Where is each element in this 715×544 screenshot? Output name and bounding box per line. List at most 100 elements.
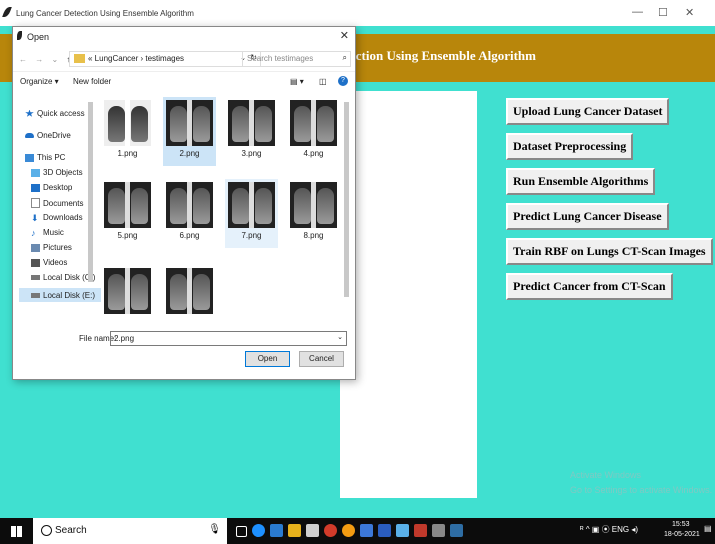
nav-item-downloads[interactable]: ⬇ Downloads [31, 213, 83, 222]
address-bar[interactable]: « LungCancer › testimages ⌄ ↻ [69, 51, 261, 67]
file-thumbnail[interactable]: 4.png [287, 97, 340, 166]
task-view-icon[interactable] [236, 526, 247, 537]
output-text-area[interactable] [340, 91, 477, 498]
search-input[interactable]: Search testimages [247, 54, 313, 63]
nav-item-local-disk-c[interactable]: Local Disk (C:) [31, 273, 95, 282]
file-name: 5.png [117, 231, 138, 240]
cancel-button[interactable]: Cancel [299, 351, 344, 367]
file-thumbnail[interactable] [163, 265, 216, 323]
navigation-buttons: ← → ⌄ ↑ [19, 55, 76, 64]
xray-image [228, 100, 275, 146]
file-name: 1.png [117, 149, 138, 158]
store-icon[interactable] [270, 524, 283, 537]
preprocess-button[interactable]: Dataset Preprocessing [506, 133, 634, 160]
search-icon [41, 525, 52, 536]
app-heading: ection Using Ensemble Algorithm [350, 48, 536, 63]
nav-item-music[interactable]: ♪ Music [31, 228, 64, 237]
file-thumbnail[interactable] [101, 265, 154, 323]
disk-icon [31, 275, 40, 280]
close-button[interactable]: ✕ [685, 6, 694, 19]
predict-ct-button[interactable]: Predict Cancer from CT-Scan [506, 273, 673, 300]
star-icon [25, 109, 34, 117]
file-name: 2.png [179, 149, 200, 158]
dialog-close-button[interactable]: ✕ [340, 29, 349, 42]
run-ensemble-button[interactable]: Run Ensemble Algorithms [506, 168, 656, 195]
nav-item-videos[interactable]: Videos [31, 258, 67, 267]
upload-dataset-button[interactable]: Upload Lung Cancer Dataset [506, 98, 670, 125]
xray-image [104, 268, 151, 314]
word-icon[interactable] [378, 524, 391, 537]
cloud-icon [25, 133, 34, 138]
python-icon[interactable] [450, 524, 463, 537]
file-name-field[interactable]: 2.png ⌄ [110, 331, 347, 346]
file-thumbnail[interactable]: 3.png [225, 97, 278, 166]
search-icon: ⌕ [342, 53, 347, 62]
windows-start-icon[interactable] [11, 526, 22, 537]
back-button[interactable]: ← [19, 55, 27, 64]
new-folder-button[interactable]: New folder [73, 77, 111, 86]
taskbar-search[interactable]: Search 🎙 [33, 518, 227, 544]
search-box[interactable]: Search testimages ⌕ [242, 51, 351, 67]
xray-image [104, 100, 151, 146]
app-icon[interactable] [306, 524, 319, 537]
notifications-icon[interactable]: ▤ [704, 524, 712, 533]
file-thumbnail[interactable]: 8.png [287, 179, 340, 248]
system-tray-icons[interactable]: ᴿ ^ ▣ ⦿ ENG ◂) [580, 524, 638, 535]
open-button[interactable]: Open [245, 351, 290, 367]
app-icon[interactable] [360, 524, 373, 537]
chrome-icon[interactable] [324, 524, 337, 537]
predict-disease-button[interactable]: Predict Lung Cancer Disease [506, 203, 669, 230]
file-list-scrollbar[interactable] [344, 102, 349, 297]
nav-item-quick-access[interactable]: Quick access [25, 109, 85, 118]
file-thumbnail-selected[interactable]: 2.png [163, 97, 216, 166]
divider [13, 71, 355, 72]
xray-image [228, 182, 275, 228]
app-icon[interactable] [396, 524, 409, 537]
nav-item-this-pc[interactable]: This PC [25, 153, 65, 162]
xray-image [166, 268, 213, 314]
nav-item-documents[interactable]: Documents [31, 198, 83, 208]
file-name: 3.png [241, 149, 262, 158]
file-name: 4.png [303, 149, 324, 158]
nav-item-pictures[interactable]: Pictures [31, 243, 72, 252]
file-thumbnail[interactable]: 6.png [163, 179, 216, 248]
firefox-icon[interactable] [342, 524, 355, 537]
clock-date[interactable]: 18-05-2021 [664, 531, 700, 538]
view-options-button[interactable]: ▤ ▾ [290, 77, 304, 86]
file-thumbnail[interactable]: 1.png [101, 97, 154, 166]
help-icon[interactable]: ? [338, 76, 348, 86]
nav-item-local-disk-e[interactable]: Local Disk (E:) [19, 288, 101, 302]
music-icon: ♪ [31, 227, 36, 238]
xray-image [104, 182, 151, 228]
chevron-down-icon[interactable]: ⌄ [337, 333, 343, 341]
edge-icon[interactable] [252, 524, 265, 537]
maximize-button[interactable]: ☐ [658, 6, 668, 19]
file-thumbnail[interactable]: 5.png [101, 179, 154, 248]
file-name-value: 2.png [114, 334, 135, 343]
forward-button[interactable]: → [35, 55, 43, 64]
computer-icon [25, 153, 34, 162]
train-rbf-button[interactable]: Train RBF on Lungs CT-Scan Images [506, 238, 713, 265]
document-icon [31, 198, 40, 208]
file-thumbnail-hovered[interactable]: 7.png [225, 179, 278, 248]
clock-time[interactable]: 15:53 [672, 521, 690, 528]
nav-item-onedrive[interactable]: OneDrive [25, 131, 71, 140]
window-title-bar: Lung Cancer Detection Using Ensemble Alg… [0, 0, 715, 26]
nav-item-3d-objects[interactable]: 3D Objects [31, 168, 83, 177]
folder-icon [74, 54, 85, 63]
app-icon[interactable] [414, 524, 427, 537]
cube-icon [31, 168, 40, 177]
organize-button[interactable]: Organize ▾ [20, 77, 59, 86]
terminal-icon[interactable] [432, 524, 445, 537]
file-name: 6.png [179, 231, 200, 240]
feather-icon [2, 7, 12, 17]
file-explorer-icon[interactable] [288, 524, 301, 537]
recent-locations-button[interactable]: ⌄ [51, 55, 58, 64]
nav-pane-scrollbar[interactable] [88, 102, 93, 282]
activation-watermark-title: Activate Windows [570, 470, 642, 480]
breadcrumb[interactable]: « LungCancer › testimages [88, 54, 184, 63]
nav-item-desktop[interactable]: Desktop [31, 183, 72, 192]
minimize-button[interactable]: — [632, 6, 643, 18]
preview-pane-button[interactable]: ◫ [319, 77, 327, 86]
microphone-icon[interactable]: 🎙 [208, 524, 221, 535]
